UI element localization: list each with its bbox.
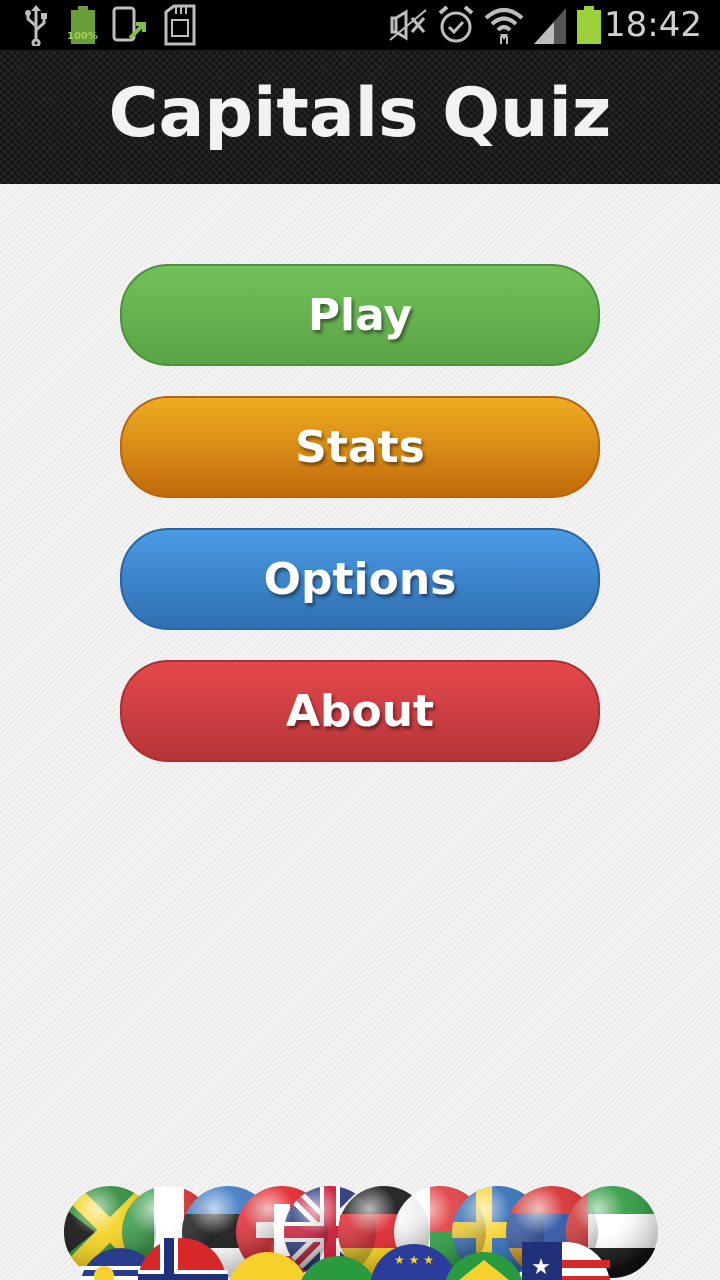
play-button[interactable]: Play <box>120 264 600 366</box>
screenshot-share-icon <box>110 4 150 46</box>
battery-icon <box>574 4 604 46</box>
status-time: 18:42 <box>604 5 702 45</box>
status-bar: 100% 18:42 <box>0 0 720 50</box>
screen: 100% 18:42 Capitals Quiz Play Stats Opti… <box>0 0 720 1280</box>
usb-icon <box>20 4 52 46</box>
title-bar: Capitals Quiz <box>0 50 720 184</box>
app-title: Capitals Quiz <box>108 73 612 153</box>
flags-decoration: ★ ★ ★ ★ <box>0 1160 720 1280</box>
signal-icon <box>532 4 568 46</box>
sd-card-icon <box>162 4 198 46</box>
alarm-icon <box>437 4 475 46</box>
options-button[interactable]: Options <box>120 528 600 630</box>
battery-percent-label: 100% <box>67 31 98 42</box>
wifi-icon <box>484 4 524 46</box>
svg-text:★: ★ <box>531 1255 551 1280</box>
main-menu: Play Stats Options About <box>120 264 600 792</box>
stats-button[interactable]: Stats <box>120 396 600 498</box>
flags-illustration: ★ ★ ★ ★ <box>64 1186 658 1280</box>
mute-icon <box>388 4 428 46</box>
about-button[interactable]: About <box>120 660 600 762</box>
svg-text:★ ★ ★: ★ ★ ★ <box>394 1253 434 1267</box>
